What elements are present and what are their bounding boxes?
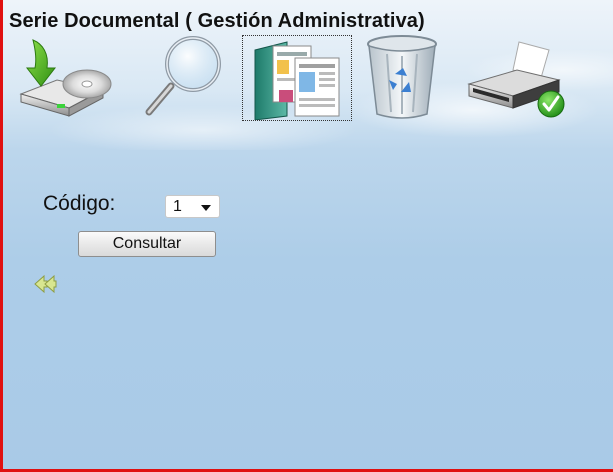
print-button[interactable] [463, 34, 573, 120]
code-select-value: 1 [173, 197, 182, 215]
page-title: Serie Documental ( Gestión Administrativ… [9, 10, 425, 32]
double-left-arrow-icon [34, 274, 57, 294]
document-series-icon [254, 41, 340, 120]
save-button[interactable] [17, 34, 125, 120]
back-button[interactable] [33, 274, 57, 294]
printer-icon [467, 41, 565, 118]
app-window: Serie Documental ( Gestión Administrativ… [0, 0, 613, 472]
document-series-button[interactable] [242, 35, 352, 121]
save-disk-icon [19, 39, 112, 117]
delete-button[interactable] [361, 34, 443, 120]
toolbar [3, 34, 613, 124]
code-select[interactable]: 1 [165, 195, 220, 218]
search-button[interactable] [141, 34, 229, 120]
search-magnifier-icon [145, 36, 221, 116]
consultar-button[interactable]: Consultar [78, 231, 216, 257]
chevron-down-icon [201, 205, 211, 211]
code-label: Código: [43, 192, 116, 215]
recycle-bin-icon [367, 35, 437, 119]
